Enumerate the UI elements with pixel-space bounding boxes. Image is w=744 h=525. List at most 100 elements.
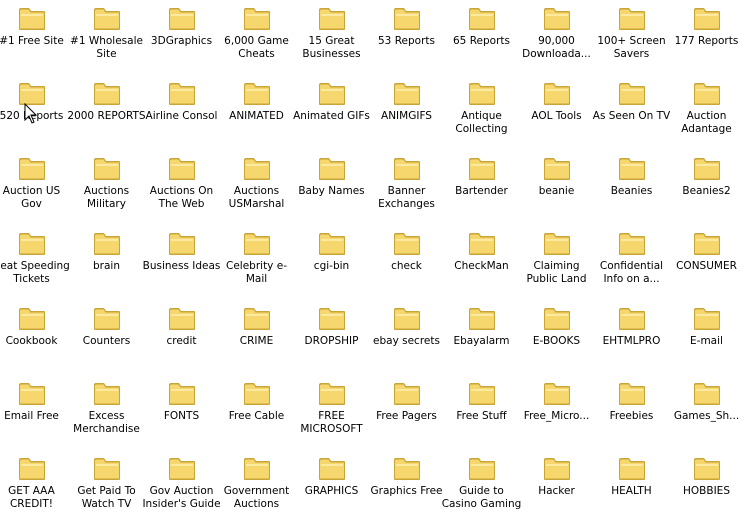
folder-label: Auctions Military	[67, 185, 147, 211]
folder-icon	[467, 154, 497, 182]
folder-icon	[242, 229, 272, 257]
folder-item[interactable]: Celebrity e-Mail	[219, 225, 294, 300]
folder-item[interactable]: Hacker	[519, 450, 594, 525]
folder-label: Excess Merchandise	[67, 410, 147, 436]
folder-item[interactable]: Beanies2	[669, 150, 744, 225]
folder-icon	[167, 154, 197, 182]
folder-item[interactable]: AOL Tools	[519, 75, 594, 150]
folder-item[interactable]: Free Pagers	[369, 375, 444, 450]
folder-icon	[542, 454, 572, 482]
folder-item[interactable]: EHTMLPRO	[594, 300, 669, 375]
folder-item[interactable]: credit	[144, 300, 219, 375]
folder-label: Beanies2	[667, 185, 744, 198]
folder-item[interactable]: Counters	[69, 300, 144, 375]
folder-item[interactable]: Bartender	[444, 150, 519, 225]
folder-item[interactable]: CRIME	[219, 300, 294, 375]
folder-item[interactable]: As Seen On TV	[594, 75, 669, 150]
folder-item[interactable]: Antique Collecting	[444, 75, 519, 150]
folder-item[interactable]: Government Auctions	[219, 450, 294, 525]
folder-item[interactable]: HEALTH	[594, 450, 669, 525]
folder-label: credit	[142, 335, 222, 348]
folder-item[interactable]: DROPSHIP	[294, 300, 369, 375]
folder-item[interactable]: Games_Sh...	[669, 375, 744, 450]
folder-item[interactable]: Baby Names	[294, 150, 369, 225]
folder-label: cgi-bin	[292, 260, 372, 273]
folder-item[interactable]: E-BOOKS	[519, 300, 594, 375]
folder-item[interactable]: Auctions Military	[69, 150, 144, 225]
folder-item[interactable]: Business Ideas	[144, 225, 219, 300]
folder-item[interactable]: check	[369, 225, 444, 300]
folder-icon	[692, 379, 722, 407]
folder-item[interactable]: 6,000 Game Cheats	[219, 0, 294, 75]
folder-item[interactable]: Claiming Public Land	[519, 225, 594, 300]
folder-item[interactable]: Excess Merchandise	[69, 375, 144, 450]
folder-item[interactable]: beanie	[519, 150, 594, 225]
folder-item[interactable]: Cookbook	[0, 300, 69, 375]
folder-item[interactable]: Free Cable	[219, 375, 294, 450]
folder-item[interactable]: 177 Reports	[669, 0, 744, 75]
folder-item[interactable]: Animated GIFs	[294, 75, 369, 150]
folder-item[interactable]: 2000 REPORTS	[69, 75, 144, 150]
folder-item[interactable]: E-mail	[669, 300, 744, 375]
folder-item[interactable]: brain	[69, 225, 144, 300]
folder-item[interactable]: 53 Reports	[369, 0, 444, 75]
folder-item[interactable]: Freebies	[594, 375, 669, 450]
folder-item[interactable]: Beat Speeding Tickets	[0, 225, 69, 300]
folder-item[interactable]: Banner Exchanges	[369, 150, 444, 225]
folder-item[interactable]: Auction US Gov	[0, 150, 69, 225]
folder-item[interactable]: 15 Great Businesses	[294, 0, 369, 75]
folder-icon	[467, 4, 497, 32]
folder-item[interactable]: 3DGraphics	[144, 0, 219, 75]
folder-label: Auctions On The Web	[142, 185, 222, 211]
folder-item[interactable]: ebay secrets	[369, 300, 444, 375]
folder-label: CONSUMER	[667, 260, 744, 273]
folder-item[interactable]: Confidential Info on a...	[594, 225, 669, 300]
folder-item[interactable]: ANIMGIFS	[369, 75, 444, 150]
folder-item[interactable]: Guide to Casino Gaming	[444, 450, 519, 525]
folder-icon	[17, 454, 47, 482]
folder-item[interactable]: HOBBIES	[669, 450, 744, 525]
folder-item[interactable]: #1 Free Site	[0, 0, 69, 75]
folder-label: Email Free	[0, 410, 72, 423]
folder-item[interactable]: Auction Adantage	[669, 75, 744, 150]
folder-icon	[392, 454, 422, 482]
folder-label: GET AAA CREDIT!	[0, 485, 72, 511]
folder-item[interactable]: #1 Wholesale Site	[69, 0, 144, 75]
folder-item[interactable]: FREE MICROSOFT	[294, 375, 369, 450]
folder-item[interactable]: CONSUMER	[669, 225, 744, 300]
folder-label: 53 Reports	[367, 35, 447, 48]
folder-icon	[167, 229, 197, 257]
folder-item[interactable]: CheckMan	[444, 225, 519, 300]
folder-item[interactable]: GRAPHICS	[294, 450, 369, 525]
folder-item[interactable]: Beanies	[594, 150, 669, 225]
folder-item[interactable]: Auctions On The Web	[144, 150, 219, 225]
folder-label: Hacker	[517, 485, 597, 498]
folder-icon	[542, 79, 572, 107]
folder-item[interactable]: 100+ Screen Savers	[594, 0, 669, 75]
folder-item[interactable]: cgi-bin	[294, 225, 369, 300]
folder-label: #1 Free Site	[0, 35, 72, 48]
folder-item[interactable]: Get Paid To Watch TV	[69, 450, 144, 525]
folder-label: GRAPHICS	[292, 485, 372, 498]
folder-item[interactable]: Auctions USMarshal	[219, 150, 294, 225]
folder-item[interactable]: Graphics Free	[369, 450, 444, 525]
folder-label: Graphics Free	[367, 485, 447, 498]
folder-label: Airline Consol	[142, 110, 222, 123]
folder-item[interactable]: Ebayalarm	[444, 300, 519, 375]
folder-icon	[617, 229, 647, 257]
folder-item[interactable]: ANIMATED	[219, 75, 294, 150]
folder-item[interactable]: FONTS	[144, 375, 219, 450]
folder-label: As Seen On TV	[592, 110, 672, 123]
folder-item[interactable]: Email Free	[0, 375, 69, 450]
folder-icon	[92, 79, 122, 107]
folder-item[interactable]: Free_Micro...	[519, 375, 594, 450]
folder-item[interactable]: Airline Consol	[144, 75, 219, 150]
folder-icon	[167, 454, 197, 482]
folder-item[interactable]: Free Stuff	[444, 375, 519, 450]
folder-item[interactable]: GET AAA CREDIT!	[0, 450, 69, 525]
folder-item[interactable]: Gov Auction Insider's Guide	[144, 450, 219, 525]
folder-item[interactable]: 65 Reports	[444, 0, 519, 75]
folder-label: 65 Reports	[442, 35, 522, 48]
folder-item[interactable]: 90,000 Downloada...	[519, 0, 594, 75]
folder-icon	[542, 4, 572, 32]
